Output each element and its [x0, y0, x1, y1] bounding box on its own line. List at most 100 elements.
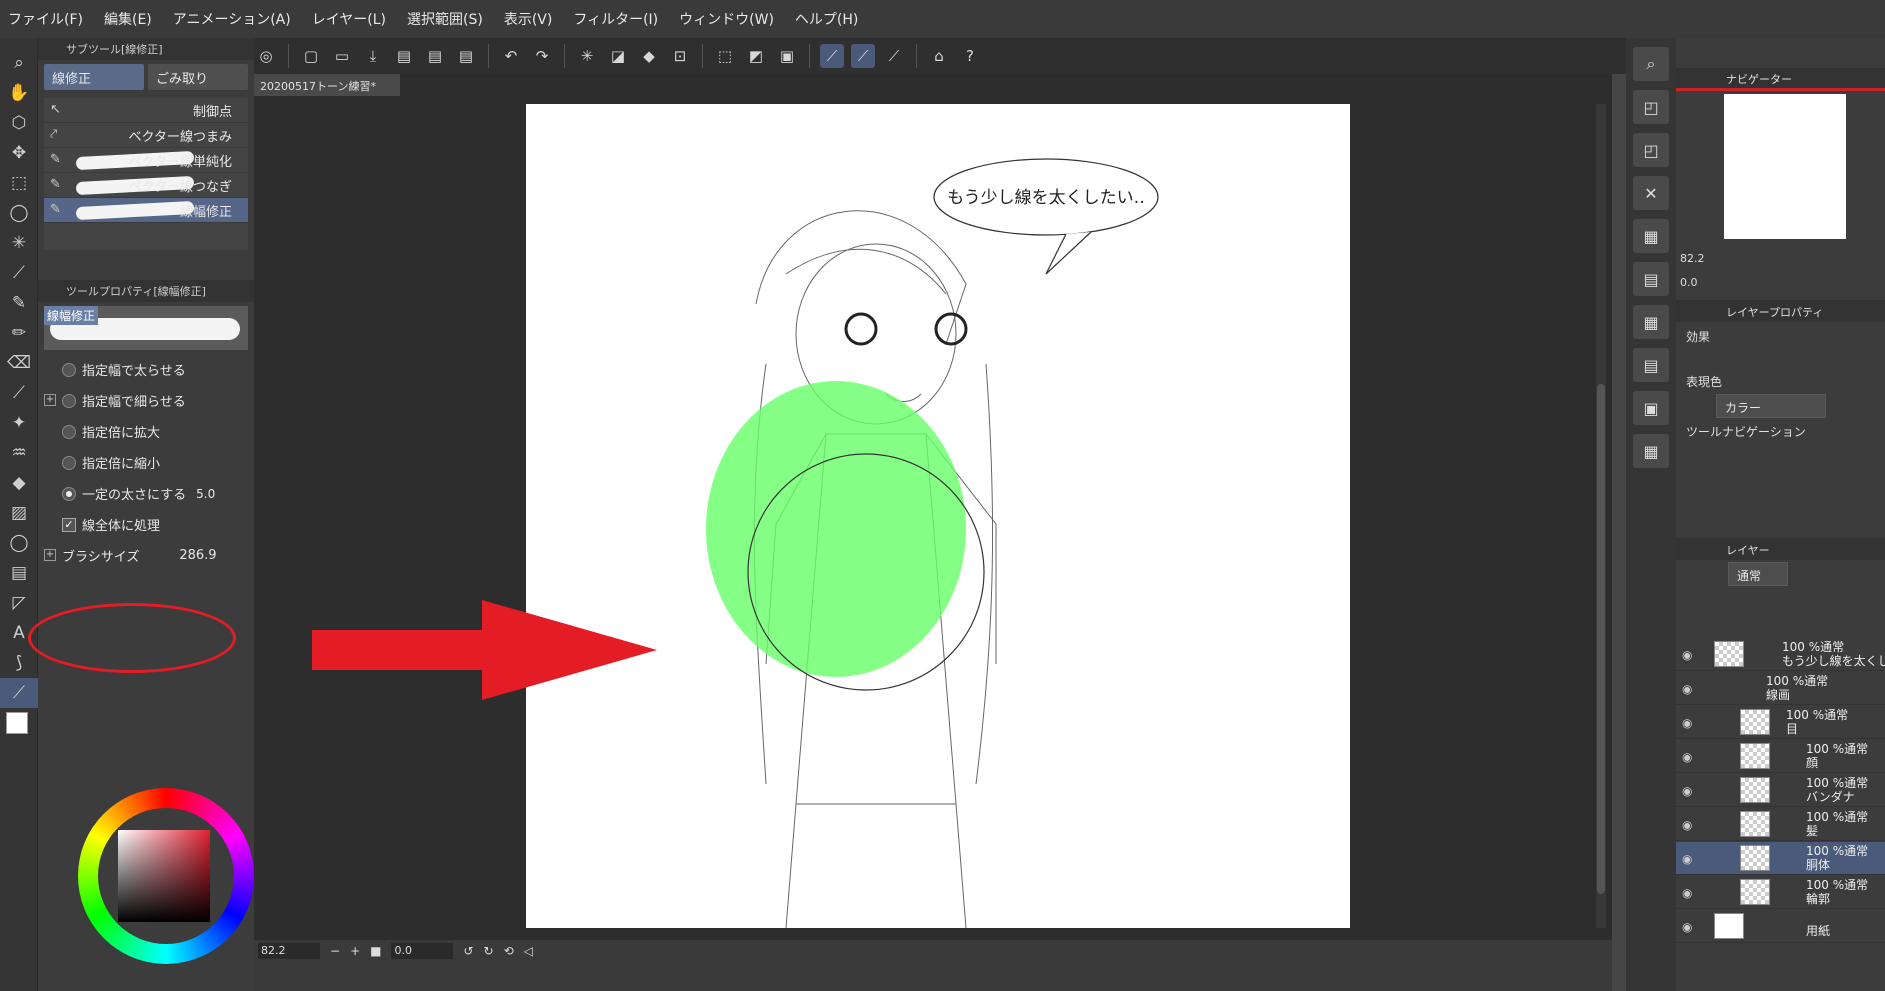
- subtool-control-point[interactable]: ↖ 制御点: [44, 98, 248, 123]
- selection-tool-icon[interactable]: ⬚: [0, 168, 38, 198]
- expand-icon[interactable]: +: [44, 549, 56, 561]
- pencil-tool-icon[interactable]: ✏: [0, 318, 38, 348]
- folder-icon[interactable]: ▤: [1633, 262, 1669, 296]
- layer-row[interactable]: ◉ 100 %通常 輪郭: [1676, 876, 1885, 909]
- layer-row[interactable]: ◉ 100 %通常 バンダナ: [1676, 774, 1885, 807]
- loading-icon[interactable]: ✳: [575, 44, 599, 68]
- menu-layer[interactable]: レイヤー(L): [312, 9, 386, 29]
- vertical-scrollbar[interactable]: [1596, 104, 1606, 928]
- learn-icon[interactable]: ⌂: [927, 44, 951, 68]
- main-color-swatch[interactable]: [6, 712, 28, 734]
- subtool-vector-connect[interactable]: ✎ ベクター線つなぎ: [44, 173, 248, 198]
- eye-icon[interactable]: ◉: [1682, 750, 1692, 764]
- option-scale-up[interactable]: 指定倍に拡大: [38, 416, 254, 447]
- export-jpg-icon[interactable]: ▤: [392, 44, 416, 68]
- menu-help[interactable]: ヘルプ(H): [795, 9, 858, 29]
- radio[interactable]: [62, 393, 76, 408]
- gradient-icon[interactable]: ▨: [0, 498, 38, 528]
- balloon-tool-icon[interactable]: ⟆: [0, 648, 38, 678]
- layer-row-selected[interactable]: ◉ 100 %通常 胴体: [1676, 842, 1885, 875]
- tone-icon[interactable]: ▦: [1633, 219, 1669, 253]
- decoration-icon[interactable]: ✦: [0, 408, 38, 438]
- expand-icon[interactable]: +: [44, 394, 56, 406]
- eye-icon[interactable]: ◉: [1682, 784, 1692, 798]
- image-icon[interactable]: ▣: [1633, 391, 1669, 425]
- eye-icon[interactable]: ◉: [1682, 648, 1692, 662]
- search-icon[interactable]: ⌕: [1633, 47, 1669, 81]
- save-icon[interactable]: ⤓: [361, 44, 385, 68]
- pen-tool-icon[interactable]: ✎: [0, 288, 38, 318]
- material-icon[interactable]: ◰: [1633, 90, 1669, 124]
- layer-folder-row[interactable]: ◉ 100 %通常 線画: [1676, 672, 1885, 705]
- blend-mode-dropdown[interactable]: 通常: [1728, 562, 1788, 586]
- eye-icon[interactable]: ◉: [1682, 682, 1692, 696]
- option-fixed-width[interactable]: 一定の太さにする 5.0: [38, 478, 254, 509]
- snap-special-ruler-icon[interactable]: ⟋: [851, 44, 875, 68]
- pattern-icon[interactable]: ▦: [1633, 305, 1669, 339]
- fill-tool-icon[interactable]: ◆: [0, 468, 38, 498]
- navigator-angle[interactable]: 0.0: [1680, 272, 1698, 292]
- hand-tool-icon[interactable]: ✋: [0, 78, 38, 108]
- menu-animation[interactable]: アニメーション(A): [173, 9, 291, 29]
- export-png-icon[interactable]: ▤: [423, 44, 447, 68]
- tone-icon[interactable]: ▦: [1633, 434, 1669, 468]
- lasso-tool-icon[interactable]: ◯: [0, 198, 38, 228]
- subtool-line-width[interactable]: ✎ 線幅修正: [44, 198, 248, 223]
- menu-window[interactable]: ウィンドウ(W): [679, 9, 774, 29]
- frame-tool-icon[interactable]: ▤: [0, 558, 38, 588]
- zoom-input[interactable]: 82.2: [258, 943, 320, 959]
- folder-icon[interactable]: ▤: [1633, 348, 1669, 382]
- tab-dust-removal[interactable]: ごみ取り: [148, 64, 248, 90]
- layer-row[interactable]: ◉ 100 %通常髪: [1676, 808, 1885, 841]
- navigator-thumbnail[interactable]: [1724, 94, 1846, 239]
- tab-correct-line[interactable]: 線修正: [44, 64, 144, 90]
- eye-icon[interactable]: ◉: [1682, 920, 1692, 934]
- invert-selection-icon[interactable]: ◩: [744, 44, 768, 68]
- blend-tool-icon[interactable]: ♒: [0, 438, 38, 468]
- subtool-vector-pinch[interactable]: ⤤ ベクター線つまみ: [44, 123, 248, 148]
- close-icon[interactable]: ✕: [1633, 176, 1669, 210]
- radio[interactable]: [62, 455, 76, 470]
- app-logo-icon[interactable]: ◎: [254, 44, 278, 68]
- menu-filter[interactable]: フィルター(I): [573, 9, 658, 29]
- fill-icon[interactable]: ◆: [637, 44, 661, 68]
- export-psd-icon[interactable]: ▤: [454, 44, 478, 68]
- zoom-tool-icon[interactable]: ⌕: [0, 48, 38, 78]
- radio[interactable]: [62, 362, 76, 377]
- subtool-vector-simplify[interactable]: ✎ ベクター線単純化: [44, 148, 248, 173]
- checkbox-checked[interactable]: ✓: [62, 517, 76, 532]
- eye-icon[interactable]: ◉: [1682, 886, 1692, 900]
- transform-icon[interactable]: ⊡: [668, 44, 692, 68]
- menu-edit[interactable]: 編集(E): [104, 9, 152, 29]
- menu-selection[interactable]: 選択範囲(S): [407, 9, 483, 29]
- rotate-left-icon[interactable]: ↺: [463, 944, 473, 958]
- menu-view[interactable]: 表示(V): [504, 9, 553, 29]
- scrollbar-thumb[interactable]: [1597, 384, 1605, 894]
- eyedropper-icon[interactable]: ⟋: [0, 258, 38, 288]
- navigator-zoom[interactable]: 82.2: [1680, 248, 1705, 268]
- object-tool-icon[interactable]: ⬡: [0, 108, 38, 138]
- open-folder-icon[interactable]: ▭: [330, 44, 354, 68]
- zoom-out-icon[interactable]: −: [330, 944, 340, 958]
- deselect-icon[interactable]: ⬚: [713, 44, 737, 68]
- option-whole-line[interactable]: ✓ 線全体に処理: [38, 509, 254, 540]
- radio[interactable]: [62, 424, 76, 439]
- snap-ruler-icon[interactable]: ⟋: [820, 44, 844, 68]
- document-tab[interactable]: 20200517トーン練習*: [254, 74, 400, 96]
- menu-file[interactable]: ファイル(F): [8, 9, 83, 29]
- express-color-dropdown[interactable]: カラー: [1716, 394, 1826, 418]
- help-icon[interactable]: ?: [958, 44, 982, 68]
- clear-icon[interactable]: ◪: [606, 44, 630, 68]
- ruler-tool-icon[interactable]: ◸: [0, 588, 38, 618]
- layer-row[interactable]: ◉ 100 %通常もう少し線を太くした: [1676, 638, 1885, 671]
- fixed-value[interactable]: 5.0: [196, 487, 215, 501]
- eye-icon[interactable]: ◉: [1682, 716, 1692, 730]
- brush-tool-icon[interactable]: ⟋: [0, 378, 38, 408]
- snap-grid-icon[interactable]: ⟋: [882, 44, 906, 68]
- option-thin[interactable]: + 指定幅で細らせる: [38, 385, 254, 416]
- zoom-in-icon[interactable]: +: [350, 944, 360, 958]
- figure-tool-icon[interactable]: ◯: [0, 528, 38, 558]
- correct-line-tool-icon[interactable]: ⟋: [0, 678, 38, 708]
- rotate-right-icon[interactable]: ↻: [484, 944, 494, 958]
- layer-row[interactable]: ◉ 100 %通常顔: [1676, 740, 1885, 773]
